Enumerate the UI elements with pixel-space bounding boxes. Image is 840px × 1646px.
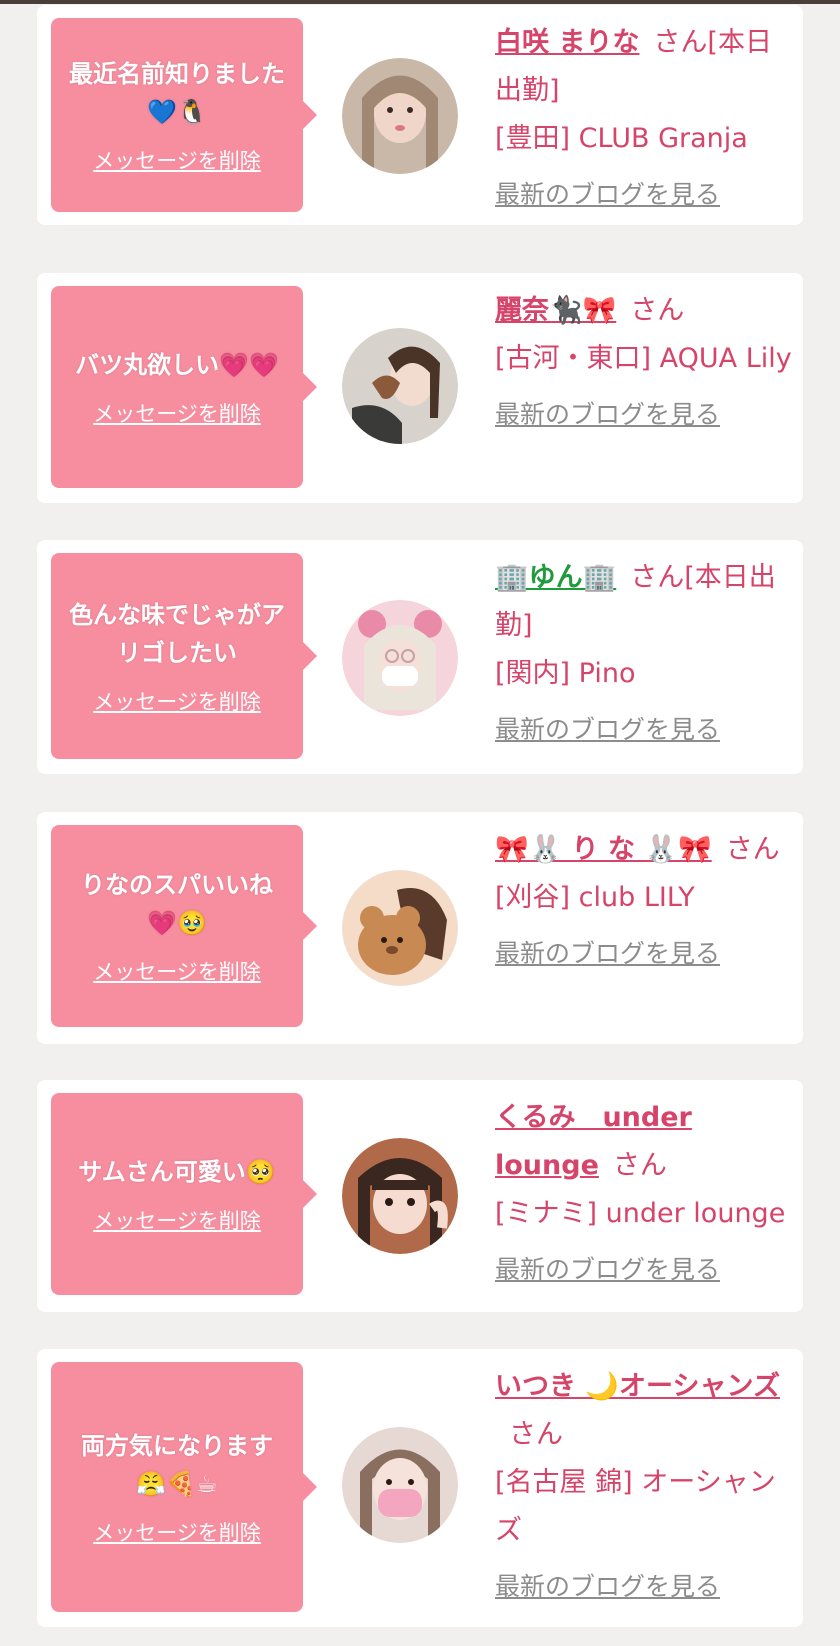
avatar[interactable]	[342, 58, 458, 174]
cast-info: いつき 🌙オーシャンズさん [名古屋 錦] オーシャンズ 最新のブログを見る	[495, 1363, 795, 1611]
cast-name-emoji: 🐈‍⬛🎀	[549, 295, 617, 326]
latest-blog-link[interactable]: 最新のブログを見る	[495, 930, 720, 978]
shop-name: [豊田] CLUB Granja	[495, 123, 748, 154]
message-emoji: 😤🍕☕	[136, 1470, 218, 1498]
shop-name: [名古屋 錦] オーシャンズ	[495, 1467, 776, 1546]
message-card: サムさん可愛い🥺 メッセージを削除 くるみ under lounge さん [ミナ…	[37, 1080, 803, 1312]
cast-info: くるみ under lounge さん [ミナミ] under lounge 最新…	[495, 1094, 795, 1294]
cast-info: 麗奈🐈‍⬛🎀 さん [古河・東口] AQUA Lily 最新のブログを見る	[495, 287, 795, 439]
message-emoji: 💙🐧	[147, 98, 207, 126]
message-bubble: 色んな味でじゃがアリゴしたい メッセージを削除	[51, 553, 317, 759]
delete-message-link[interactable]: メッセージを削除	[93, 1517, 261, 1547]
cast-info: 白咲 まりな さん[本日出勤] [豊田] CLUB Granja 最新のブログを見…	[495, 19, 795, 219]
top-border	[0, 0, 840, 4]
message-bubble: サムさん可愛い🥺 メッセージを削除	[51, 1093, 317, 1295]
message-emoji: 💗💗	[219, 351, 279, 379]
avatar[interactable]	[342, 600, 458, 716]
message-text: サムさん可愛い🥺	[78, 1158, 276, 1186]
cast-name-link[interactable]: 麗奈🐈‍⬛🎀	[495, 295, 616, 326]
message-text: りなのスパいいね 💗🥹	[81, 871, 273, 937]
message-text: 最近名前知りました💙🐧	[69, 60, 285, 126]
avatar[interactable]	[342, 328, 458, 444]
avatar[interactable]	[342, 870, 458, 986]
avatar[interactable]	[342, 1427, 458, 1543]
message-bubble: バツ丸欲しい💗💗 メッセージを削除	[51, 286, 317, 488]
latest-blog-link[interactable]: 最新のブログを見る	[495, 706, 720, 754]
message-bubble: りなのスパいいね 💗🥹 メッセージを削除	[51, 825, 317, 1027]
avatar[interactable]	[342, 1138, 458, 1254]
latest-blog-link[interactable]: 最新のブログを見る	[495, 171, 720, 219]
message-text: バツ丸欲しい💗💗	[75, 351, 279, 379]
latest-blog-link[interactable]: 最新のブログを見る	[495, 391, 720, 439]
message-emoji: 🥺	[245, 1158, 276, 1186]
cast-suffix: さん	[630, 295, 685, 326]
message-card: バツ丸欲しい💗💗 メッセージを削除 麗奈🐈‍⬛🎀 さん [古河・東口] AQUA …	[37, 273, 803, 503]
shop-name: [関内] Pino	[495, 658, 636, 689]
latest-blog-link[interactable]: 最新のブログを見る	[495, 1246, 720, 1294]
message-text: 両方気になります 😤🍕☕	[81, 1432, 273, 1498]
message-card: 両方気になります 😤🍕☕ メッセージを削除 いつき 🌙オーシャンズさん [名古屋 …	[37, 1349, 803, 1627]
delete-message-link[interactable]: メッセージを削除	[93, 145, 261, 175]
shop-name: [刈谷] club LILY	[495, 882, 695, 913]
message-bubble: 両方気になります 😤🍕☕ メッセージを削除	[51, 1362, 317, 1612]
cast-name-link[interactable]: いつき 🌙オーシャンズ	[495, 1371, 780, 1402]
cast-name-link[interactable]: 白咲 まりな	[495, 27, 639, 58]
message-text: 色んな味でじゃがアリゴしたい	[69, 601, 285, 667]
delete-message-link[interactable]: メッセージを削除	[93, 686, 261, 716]
delete-message-link[interactable]: メッセージを削除	[93, 1205, 261, 1235]
cast-suffix: さん	[509, 1419, 563, 1450]
message-card: 色んな味でじゃがアリゴしたい メッセージを削除 🏢ゆん🏢 さん[本日出勤] [関内…	[37, 540, 803, 774]
cast-suffix: さん	[725, 834, 780, 865]
message-card: りなのスパいいね 💗🥹 メッセージを削除 🎀🐰 り な 🐰🎀 さん [刈谷] clu…	[37, 812, 803, 1044]
cast-name-link[interactable]: 🏢ゆん🏢	[495, 562, 616, 593]
message-card: 最近名前知りました💙🐧 メッセージを削除 白咲 まりな さん[本日出勤] [豊田]…	[37, 5, 803, 225]
latest-blog-link[interactable]: 最新のブログを見る	[495, 1563, 720, 1611]
message-bubble: 最近名前知りました💙🐧 メッセージを削除	[51, 18, 317, 212]
delete-message-link[interactable]: メッセージを削除	[93, 956, 261, 986]
shop-name: [古河・東口] AQUA Lily	[495, 343, 792, 374]
shop-name: [ミナミ] under lounge	[495, 1198, 786, 1229]
message-emoji: 💗🥹	[147, 909, 207, 937]
delete-message-link[interactable]: メッセージを削除	[93, 398, 261, 428]
cast-suffix: さん	[612, 1150, 667, 1181]
cast-info: 🎀🐰 り な 🐰🎀 さん [刈谷] club LILY 最新のブログを見る	[495, 826, 795, 978]
cast-name-link[interactable]: 🎀🐰 り な 🐰🎀	[495, 834, 712, 865]
cast-info: 🏢ゆん🏢 さん[本日出勤] [関内] Pino 最新のブログを見る	[495, 554, 795, 754]
